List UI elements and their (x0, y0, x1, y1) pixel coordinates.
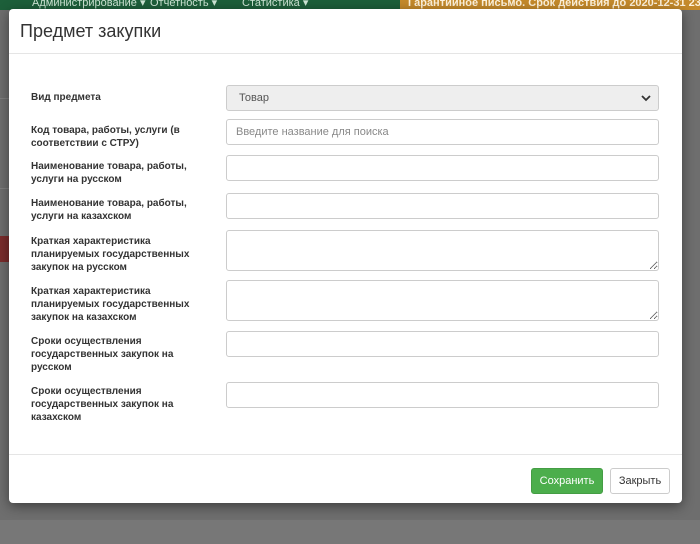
subject-type-select[interactable]: Товар (226, 85, 659, 111)
name-kz-input[interactable] (226, 193, 659, 219)
modal-footer: Сохранить Закрыть (9, 454, 682, 503)
stru-code-label: Код товара, работы, услуги (в соответств… (31, 125, 180, 149)
subject-type-label: Вид предмета (31, 92, 101, 103)
desc-kz-textarea[interactable] (226, 280, 659, 321)
name-kz-label: Наименование товара, работы, услуги на к… (31, 198, 187, 222)
desc-ru-textarea[interactable] (226, 230, 659, 271)
stru-code-search-input[interactable] (226, 119, 659, 145)
terms-ru-label: Сроки осуществления государственных заку… (31, 336, 174, 373)
terms-kz-label: Сроки осуществления государственных заку… (31, 386, 174, 423)
terms-kz-input[interactable] (226, 382, 659, 408)
name-ru-input[interactable] (226, 155, 659, 181)
save-button[interactable]: Сохранить (531, 468, 603, 494)
modal-body: Вид предмета Товар Код товара, работы, у… (9, 54, 682, 454)
subject-type-value: Товар (239, 92, 269, 104)
nav-reports: Отчетность ▾ (150, 0, 218, 9)
close-button[interactable]: Закрыть (610, 468, 670, 494)
nav-admin: Администрирование ▾ (32, 0, 146, 9)
desc-kz-label: Краткая характеристика планируемых госуд… (31, 286, 190, 323)
background-footer (0, 520, 700, 544)
modal-header: Предмет закупки (9, 9, 682, 54)
desc-ru-label: Краткая характеристика планируемых госуд… (31, 236, 190, 273)
modal-title: Предмет закупки (20, 21, 162, 41)
nav-statistics: Статистика ▾ (242, 0, 309, 9)
terms-ru-input[interactable] (226, 331, 659, 357)
chevron-down-icon (641, 95, 651, 102)
purchase-subject-modal: Предмет закупки Вид предмета Товар Код т… (9, 9, 682, 503)
name-ru-label: Наименование товара, работы, услуги на р… (31, 161, 187, 185)
